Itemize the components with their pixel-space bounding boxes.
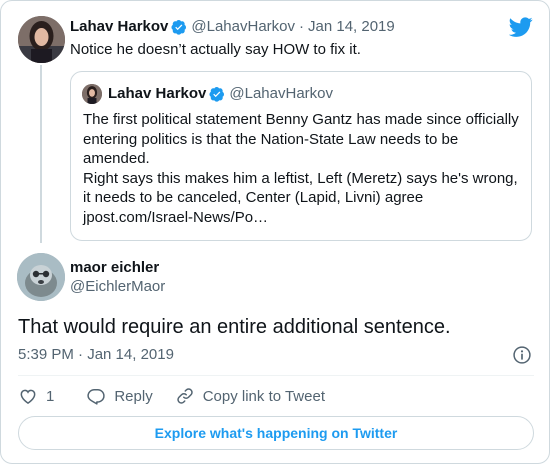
parent-tweet-date[interactable]: Jan 14, 2019 xyxy=(308,18,395,36)
avatar-image xyxy=(18,16,65,63)
explore-twitter-button[interactable]: Explore what's happening on Twitter xyxy=(18,416,534,450)
quoted-text-line: Right says this makes him a leftist, Lef… xyxy=(83,169,518,187)
reply-icon xyxy=(87,389,106,405)
info-icon[interactable] xyxy=(512,345,532,365)
parent-author-avatar[interactable] xyxy=(18,16,65,63)
verified-badge-icon xyxy=(209,87,225,102)
heart-icon xyxy=(20,389,36,404)
parent-tweet-text: Notice he doesn’t actually say HOW to fi… xyxy=(70,41,361,58)
twitter-bird-icon[interactable] xyxy=(509,15,533,39)
main-author-name[interactable]: maor eichler xyxy=(70,259,159,277)
avatar-image xyxy=(17,253,65,301)
divider xyxy=(18,375,534,376)
reply-label: Reply xyxy=(114,387,153,405)
quoted-text-line: amended. xyxy=(83,150,150,167)
link-icon xyxy=(176,388,193,404)
main-tweet-timestamp[interactable]: 5:39 PM · Jan 14, 2019 xyxy=(18,346,174,364)
quoted-tweet-text: The first political statement Benny Gant… xyxy=(83,110,523,227)
header-separator: · xyxy=(299,18,304,35)
embedded-tweet-card: Lahav Harkov @LahavHarkov · Jan 14, 2019… xyxy=(0,0,550,464)
parent-tweet-header: Lahav Harkov @LahavHarkov · Jan 14, 2019 xyxy=(70,18,395,36)
quoted-tweet-link[interactable]: jpost.com/Israel-News/Po… xyxy=(83,208,523,228)
quoted-author-avatar xyxy=(82,84,102,104)
main-author-avatar[interactable] xyxy=(17,253,65,301)
quoted-tweet[interactable]: Lahav Harkov @LahavHarkov The first poli… xyxy=(70,71,532,241)
copy-link-button[interactable]: Copy link to Tweet xyxy=(175,386,325,406)
quoted-tweet-header: Lahav Harkov @LahavHarkov xyxy=(108,85,333,103)
copy-link-label: Copy link to Tweet xyxy=(202,387,325,405)
like-count: 1 xyxy=(46,387,55,405)
parent-author-handle[interactable]: @LahavHarkov xyxy=(191,18,295,36)
quoted-text-line: it needs to be canceled, Center (Lapid, … xyxy=(83,189,424,206)
tweet-actions: 1 Reply Copy link to Tweet xyxy=(18,386,325,406)
quoted-text-line: The first political statement Benny Gant… xyxy=(83,111,519,128)
avatar-image xyxy=(82,84,102,104)
main-author-handle[interactable]: @EichlerMaor xyxy=(70,278,165,296)
verified-badge-icon xyxy=(171,20,187,35)
parent-author-name[interactable]: Lahav Harkov xyxy=(70,18,168,36)
reply-button[interactable]: Reply xyxy=(86,386,153,406)
like-button[interactable]: 1 xyxy=(18,386,54,406)
thread-connector-line xyxy=(40,65,42,243)
quoted-author-handle: @LahavHarkov xyxy=(229,85,333,102)
quoted-author-name: Lahav Harkov xyxy=(108,85,207,102)
main-tweet-text: That would require an entire additional … xyxy=(18,316,451,338)
quoted-text-line: entering politics is that the Nation-Sta… xyxy=(83,130,459,148)
